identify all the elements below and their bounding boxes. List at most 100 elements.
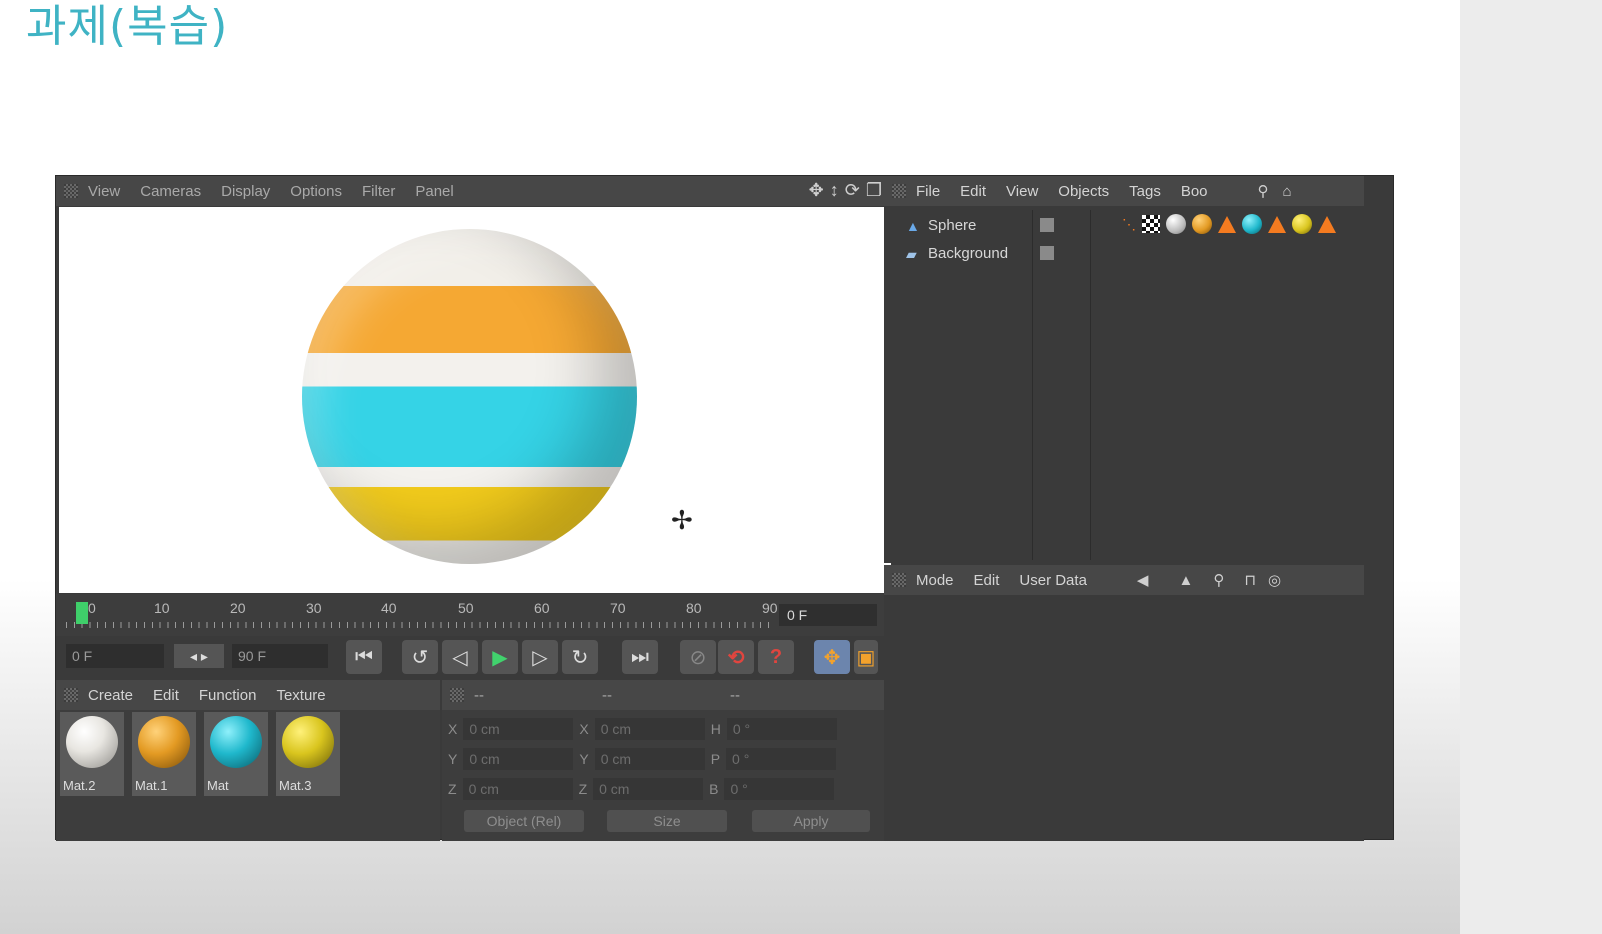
axis-label: X [448, 721, 458, 737]
coordinate-mode-select[interactable]: Object (Rel) [464, 810, 584, 832]
size-mode-select[interactable]: Size [607, 810, 727, 832]
previous-frame-button[interactable]: ◁ [442, 640, 478, 674]
menu-options[interactable]: Options [290, 183, 342, 200]
visibility-icon[interactable] [1040, 218, 1054, 232]
menu-view[interactable]: View [1006, 183, 1038, 200]
position-x-field[interactable]: 0 cm [463, 718, 574, 740]
object-name[interactable]: Sphere [928, 217, 976, 234]
home-icon[interactable]: ⌂ [1283, 183, 1292, 200]
next-frame-button[interactable]: ▷ [522, 640, 558, 674]
cinema4d-window: View Cameras Display Options Filter Pane… [55, 175, 1394, 841]
go-to-start-button[interactable]: ⏮ [346, 640, 382, 674]
selection-tag-icon[interactable] [1318, 215, 1336, 233]
object-row-background[interactable]: ▰ Background [906, 240, 1008, 266]
menu-display[interactable]: Display [221, 183, 270, 200]
play-button[interactable]: ▶ [482, 640, 518, 674]
grip-icon[interactable] [892, 184, 906, 198]
material-tag-icon[interactable] [1292, 214, 1312, 234]
lock-icon[interactable]: ⊓ [1244, 571, 1256, 589]
selection-tag-icon[interactable] [1268, 215, 1286, 233]
menu-view[interactable]: View [88, 183, 120, 200]
current-frame-field[interactable]: 0 F [779, 604, 877, 626]
material-tag-icon[interactable] [1166, 214, 1186, 234]
grip-icon[interactable] [450, 688, 464, 702]
frame-stepper[interactable]: ◂ ▸ [174, 644, 224, 668]
grip-icon[interactable] [64, 688, 78, 702]
move-tool-icon[interactable]: ✥ [814, 640, 850, 674]
end-frame-field[interactable]: 90 F [232, 644, 328, 668]
axis-label: Z [448, 781, 457, 797]
rotation-p-field[interactable]: 0 ° [726, 748, 837, 770]
menu-objects[interactable]: Objects [1058, 183, 1109, 200]
size-x-field[interactable]: 0 cm [594, 718, 705, 740]
material-swatch[interactable]: Mat [204, 712, 268, 796]
menu-tags[interactable]: Tags [1129, 183, 1161, 200]
menu-create[interactable]: Create [88, 687, 133, 704]
tick-label: 80 [686, 600, 702, 616]
menu-bookmarks[interactable]: Boo [1181, 183, 1208, 200]
object-name[interactable]: Background [928, 245, 1008, 262]
material-swatch[interactable]: Mat.3 [276, 712, 340, 796]
search-icon[interactable]: ⚲ [1213, 571, 1224, 589]
search-icon[interactable]: ⚲ [1258, 182, 1269, 200]
move-view-icon[interactable]: ✥ [809, 180, 824, 201]
timeline[interactable]: 0 10 20 30 40 50 60 70 80 90 0 F [56, 594, 894, 636]
rotation-b-field[interactable]: 0 ° [724, 778, 835, 800]
uvw-tag-icon[interactable] [1142, 215, 1160, 233]
visibility-icon[interactable] [1040, 246, 1054, 260]
menu-panel[interactable]: Panel [415, 183, 453, 200]
next-key-button[interactable]: ↻ [562, 640, 598, 674]
axis-label: P [710, 751, 721, 767]
menu-mode[interactable]: Mode [916, 572, 954, 589]
go-to-end-button[interactable]: ⏭ [622, 640, 658, 674]
grip-icon[interactable] [64, 184, 78, 198]
autokey-icon[interactable]: ⟲ [718, 640, 754, 674]
help-icon[interactable]: ? [758, 640, 794, 674]
tick-label: 30 [306, 600, 322, 616]
zoom-view-icon[interactable]: ↕ [830, 180, 839, 201]
tick-label: 10 [154, 600, 170, 616]
menu-file[interactable]: File [916, 183, 940, 200]
record-position-icon[interactable]: ⊘ [680, 640, 716, 674]
playhead[interactable] [76, 602, 88, 624]
menu-function[interactable]: Function [199, 687, 257, 704]
maximize-view-icon[interactable]: ❐ [866, 180, 882, 201]
rotation-h-field[interactable]: 0 ° [726, 718, 837, 740]
sphere-object-icon: ▲ [906, 218, 920, 234]
material-tag-icon[interactable] [1242, 214, 1262, 234]
scale-tool-icon[interactable]: ▣ [854, 640, 878, 674]
rotate-view-icon[interactable]: ⟳ [845, 180, 860, 201]
size-y-field[interactable]: 0 cm [594, 748, 705, 770]
menu-user-data[interactable]: User Data [1019, 572, 1087, 589]
menu-edit[interactable]: Edit [960, 183, 986, 200]
up-arrow-icon[interactable]: ▲ [1178, 572, 1193, 589]
material-tag-icon[interactable] [1192, 214, 1212, 234]
menu-cameras[interactable]: Cameras [140, 183, 201, 200]
selection-tag-icon[interactable] [1218, 215, 1236, 233]
position-z-field[interactable]: 0 cm [462, 778, 573, 800]
target-icon[interactable]: ◎ [1268, 571, 1281, 589]
grip-icon[interactable] [892, 573, 906, 587]
menu-edit[interactable]: Edit [153, 687, 179, 704]
back-arrow-icon[interactable]: ◀ [1137, 571, 1149, 589]
background-object-icon: ▰ [906, 246, 917, 262]
material-preview [210, 716, 262, 768]
menu-filter[interactable]: Filter [362, 183, 395, 200]
apply-button[interactable]: Apply [752, 810, 870, 832]
object-row-sphere[interactable]: ▲ Sphere [906, 212, 976, 238]
material-swatch[interactable]: Mat.1 [132, 712, 196, 796]
striped-sphere[interactable] [302, 229, 637, 564]
menu-texture[interactable]: Texture [276, 687, 325, 704]
menu-edit[interactable]: Edit [974, 572, 1000, 589]
size-z-field[interactable]: 0 cm [593, 778, 704, 800]
material-preview [282, 716, 334, 768]
material-swatch[interactable]: Mat.2 [60, 712, 124, 796]
position-y-field[interactable]: 0 cm [463, 748, 574, 770]
timeline-ruler[interactable]: 0 10 20 30 40 50 60 70 80 90 [66, 600, 778, 630]
start-frame-field[interactable]: 0 F [66, 644, 164, 668]
3d-viewport[interactable]: ✢ [59, 207, 891, 593]
phong-tag-icon[interactable]: ⋱ [1122, 216, 1136, 233]
material-label: Mat [207, 778, 229, 793]
previous-key-button[interactable]: ↺ [402, 640, 438, 674]
viewport-menubar: View Cameras Display Options Filter Pane… [56, 176, 894, 206]
